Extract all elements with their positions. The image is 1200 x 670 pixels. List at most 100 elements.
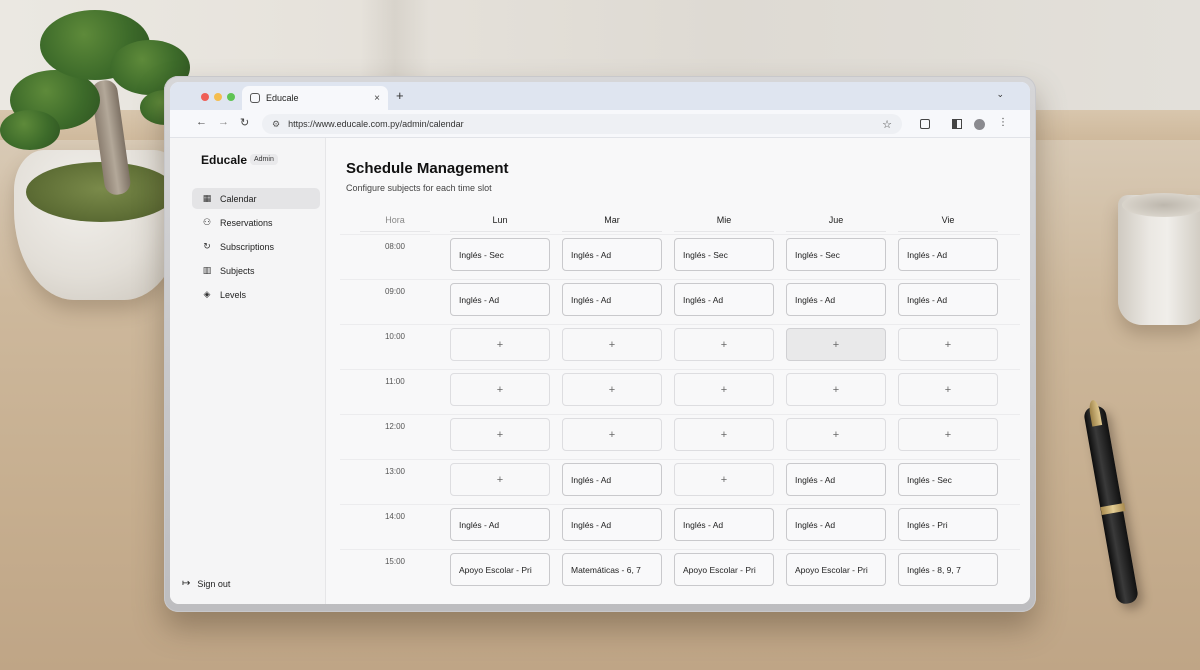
side-panel-icon[interactable] — [952, 119, 962, 129]
reload-icon[interactable]: ↻ — [240, 116, 249, 129]
schedule-slot[interactable]: Inglés - Ad — [674, 508, 774, 541]
row-divider — [340, 549, 1020, 550]
schedule-slot[interactable]: Inglés - Ad — [450, 283, 550, 316]
tea-cup-rim — [1122, 193, 1200, 217]
bookmark-star-icon[interactable]: ☆ — [882, 118, 892, 131]
schedule-slot[interactable]: Inglés - Ad — [450, 508, 550, 541]
time-label: 10:00 — [384, 332, 406, 341]
sidebar-item-subjects[interactable]: ▥ Subjects — [192, 260, 320, 281]
time-label: 14:00 — [384, 512, 406, 521]
schedule-slot[interactable]: Inglés - Ad — [898, 238, 998, 271]
schedule-slot[interactable]: Inglés - Sec — [450, 238, 550, 271]
sidebar-item-label: Subscriptions — [220, 241, 275, 252]
schedule-slot[interactable]: Inglés - Ad — [898, 283, 998, 316]
brand-name: Educale — [201, 153, 248, 167]
row-divider — [340, 324, 1020, 325]
schedule-slot[interactable]: Inglés - Ad — [674, 283, 774, 316]
maximize-window-dot[interactable] — [227, 93, 235, 101]
new-tab-icon[interactable]: + — [396, 88, 404, 103]
forward-icon[interactable]: → — [218, 116, 229, 128]
add-slot-button[interactable]: + — [450, 463, 550, 496]
schedule-slot[interactable]: Inglés - Sec — [898, 463, 998, 496]
add-slot-button[interactable]: + — [674, 328, 774, 361]
add-slot-button[interactable]: + — [786, 328, 886, 361]
minimize-window-dot[interactable] — [214, 93, 222, 101]
address-bar[interactable]: ⚙ https://www.educale.com.py/admin/calen… — [262, 114, 902, 134]
browser-menu-icon[interactable]: ⋮ — [998, 117, 1008, 128]
add-slot-button[interactable]: + — [562, 328, 662, 361]
day-header-lun: Lun — [450, 208, 550, 232]
schedule-slot[interactable]: Inglés - Ad — [562, 508, 662, 541]
page-title: Schedule Management — [346, 160, 509, 177]
schedule-slot[interactable]: Inglés - Ad — [786, 508, 886, 541]
day-header-vie: Vie — [898, 208, 998, 232]
refresh-icon: ↻ — [203, 241, 211, 251]
schedule-slot[interactable]: Inglés - 8, 9, 7 — [898, 553, 998, 586]
schedule-slot[interactable]: Inglés - Sec — [786, 238, 886, 271]
row-divider — [340, 459, 1020, 460]
sidebar: Educale Admin ▦ Calendar ⚇ Reservations ↻ Sub… — [170, 138, 326, 604]
chevron-down-icon[interactable]: ⌄ — [996, 89, 1004, 100]
sidebar-item-reservations[interactable]: ⚇ Reservations — [192, 212, 320, 233]
sign-out-label: Sign out — [197, 578, 231, 589]
add-slot-button[interactable]: + — [562, 418, 662, 451]
browser-window: Educale × + ⌄ ← → ↻ ⚙ https://www.educal… — [170, 82, 1030, 604]
browser-tab[interactable]: Educale × — [242, 86, 388, 110]
schedule-slot[interactable]: Inglés - Ad — [786, 283, 886, 316]
book-icon: ▥ — [202, 265, 212, 275]
bonsai-moss — [26, 162, 176, 222]
schedule-slot[interactable]: Inglés - Sec — [674, 238, 774, 271]
schedule-slot[interactable]: Inglés - Ad — [562, 283, 662, 316]
sign-out-icon: ↦ — [182, 578, 191, 589]
sidebar-item-calendar[interactable]: ▦ Calendar — [192, 188, 320, 209]
time-label: 08:00 — [384, 242, 406, 251]
row-divider — [340, 504, 1020, 505]
add-slot-button[interactable]: + — [898, 328, 998, 361]
schedule-slot[interactable]: Inglés - Ad — [562, 238, 662, 271]
day-header-jue: Jue — [786, 208, 886, 232]
sidebar-item-subscriptions[interactable]: ↻ Subscriptions — [192, 236, 320, 257]
sidebar-item-label: Levels — [220, 289, 247, 300]
row-divider — [340, 279, 1020, 280]
schedule-slot[interactable]: Apoyo Escolar - Pri — [786, 553, 886, 586]
hora-column-header: Hora — [360, 208, 430, 232]
row-divider — [340, 369, 1020, 370]
bonsai-foliage — [0, 110, 60, 150]
close-tab-icon[interactable]: × — [374, 93, 380, 104]
add-slot-button[interactable]: + — [674, 373, 774, 406]
schedule-slot[interactable]: Inglés - Ad — [562, 463, 662, 496]
site-settings-icon[interactable]: ⚙ — [272, 119, 280, 130]
add-slot-button[interactable]: + — [562, 373, 662, 406]
schedule-slot[interactable]: Matemáticas - 6, 7 — [562, 553, 662, 586]
add-slot-button[interactable]: + — [674, 463, 774, 496]
extensions-icon[interactable] — [920, 119, 930, 129]
add-slot-button[interactable]: + — [450, 418, 550, 451]
time-label: 12:00 — [384, 422, 406, 431]
add-slot-button[interactable]: + — [898, 418, 998, 451]
add-slot-button[interactable]: + — [898, 373, 998, 406]
schedule-slot[interactable]: Apoyo Escolar - Pri — [674, 553, 774, 586]
schedule-slot[interactable]: Inglés - Ad — [786, 463, 886, 496]
sidebar-item-label: Reservations — [220, 217, 273, 228]
close-window-dot[interactable] — [201, 93, 209, 101]
add-slot-button[interactable]: + — [674, 418, 774, 451]
time-label: 13:00 — [384, 467, 406, 476]
calendar-icon: ▦ — [202, 193, 212, 203]
add-slot-button[interactable]: + — [450, 328, 550, 361]
sign-out-button[interactable]: ↦ Sign out — [182, 578, 230, 589]
add-slot-button[interactable]: + — [450, 373, 550, 406]
sidebar-item-levels[interactable]: ◈ Levels — [192, 284, 320, 305]
row-divider — [340, 234, 1020, 235]
profile-avatar[interactable] — [974, 119, 985, 130]
back-icon[interactable]: ← — [196, 116, 207, 128]
main-content: Schedule Management Configure subjects f… — [326, 138, 1030, 604]
url-text: https://www.educale.com.py/admin/calenda… — [288, 119, 464, 129]
browser-toolbar: ← → ↻ ⚙ https://www.educale.com.py/admin… — [170, 110, 1030, 138]
add-slot-button[interactable]: + — [786, 418, 886, 451]
sidebar-item-label: Calendar — [220, 193, 257, 204]
schedule-slot[interactable]: Apoyo Escolar - Pri — [450, 553, 550, 586]
page-subtitle: Configure subjects for each time slot — [346, 183, 492, 193]
schedule-slot[interactable]: Inglés - Pri — [898, 508, 998, 541]
time-label: 09:00 — [384, 287, 406, 296]
add-slot-button[interactable]: + — [786, 373, 886, 406]
